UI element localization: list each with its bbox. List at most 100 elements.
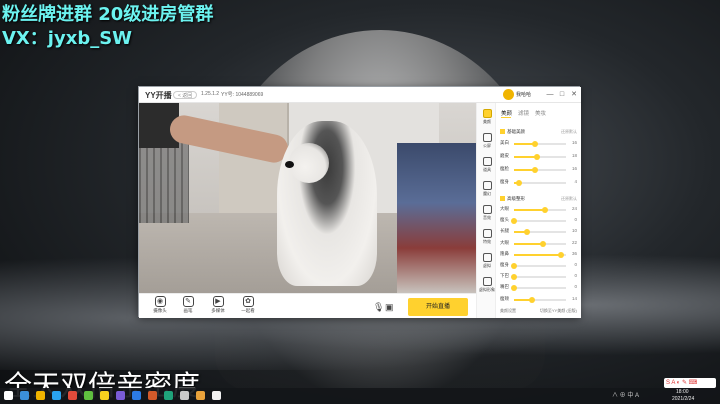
tab-makeup[interactable]: 美妆 — [535, 109, 546, 117]
slider-handle[interactable] — [542, 207, 549, 213]
pen-tool[interactable]: ✎ 画笔 — [173, 296, 203, 318]
slider-track[interactable] — [514, 207, 566, 213]
rail-item-chat[interactable]: 公屏 — [477, 133, 497, 149]
slider-track[interactable] — [511, 274, 566, 281]
props-icon — [482, 157, 492, 166]
reset-basic-link[interactable]: 还原默认 — [561, 129, 577, 135]
slider-track[interactable] — [514, 296, 566, 303]
slider-track[interactable] — [514, 251, 566, 258]
slider-fill — [514, 242, 543, 245]
checkbox-icon — [500, 129, 505, 135]
virtual-avatar-icon — [482, 277, 492, 286]
app-icon-orange[interactable] — [148, 391, 157, 400]
close-button[interactable]: ✕ — [569, 89, 579, 100]
username-label[interactable]: 我哈哈 — [516, 91, 531, 98]
together-tool[interactable]: ✿ 一起看 — [233, 296, 263, 318]
reset-advanced-link[interactable]: 还原默认 — [561, 196, 577, 202]
switch-old-beauty-link[interactable]: 切换至YY美颜 (旧版) — [540, 308, 577, 314]
slider-handle[interactable] — [539, 240, 546, 247]
clock-date[interactable]: 2021/2/24 — [672, 396, 694, 402]
slider-track[interactable] — [511, 285, 566, 292]
section-basic-header[interactable]: 基础美颜 — [500, 129, 525, 135]
slider-handle[interactable] — [531, 167, 538, 173]
app-icon-gray[interactable] — [180, 391, 189, 400]
slider-track[interactable] — [514, 240, 566, 247]
slider-handle[interactable] — [511, 274, 517, 281]
browser-icon[interactable] — [52, 391, 61, 400]
microphone-icon[interactable]: 🎙 — [373, 302, 384, 313]
app-icon-blue[interactable] — [132, 391, 141, 400]
together-icon: ✿ — [242, 296, 254, 307]
search-icon[interactable] — [20, 391, 29, 400]
slider-label: 瘦身 — [500, 262, 509, 267]
app-icon-amber[interactable] — [196, 391, 205, 400]
pen-icon: ✎ — [182, 296, 194, 307]
rail-item-avatar[interactable]: 虚拟形象 — [477, 277, 497, 293]
magic-icon — [482, 181, 492, 190]
slider-handle[interactable] — [524, 229, 530, 236]
slider-handle[interactable] — [511, 285, 517, 292]
slider-handle[interactable] — [529, 296, 536, 303]
yy-id-label: YY号: 1044889069 — [221, 92, 264, 98]
slider-track[interactable] — [511, 218, 566, 225]
media-tool[interactable]: ▶ 多媒体 — [203, 296, 233, 318]
rail-item-effects[interactable]: 特效 — [477, 229, 497, 245]
slider-track[interactable] — [514, 154, 566, 160]
rail-item-magic[interactable]: 魔幻 — [477, 181, 497, 197]
slider-row: 长腿 10 — [500, 228, 577, 236]
slider-label: 嘴巴 — [500, 284, 509, 290]
slider-label: 隆鼻 — [500, 250, 509, 256]
rail-item-beauty[interactable]: 美颜 — [477, 109, 497, 125]
slider-track[interactable] — [511, 263, 566, 269]
avatar[interactable] — [503, 89, 514, 100]
slider-label: 磨皮 — [500, 153, 509, 158]
system-tray[interactable]: ∧ ⊕ 中 A — [612, 390, 639, 399]
tab-beauty[interactable]: 美颜 — [501, 109, 512, 117]
slider-value: 4 — [574, 179, 577, 184]
title-bar: YY开播 < 返回 1.25.1.2 YY号: 1044889069 我哈哈 —… — [139, 87, 581, 103]
app-icon-white[interactable] — [212, 391, 221, 400]
folder-icon[interactable] — [36, 391, 45, 400]
clock-time[interactable]: 18:00 — [676, 389, 689, 395]
slider-handle[interactable] — [557, 251, 564, 258]
start-icon[interactable] — [4, 391, 13, 400]
slider-track[interactable] — [514, 229, 566, 236]
overlay-text-wechat: VX：jyxb_SW — [2, 28, 133, 49]
app-icon-teal[interactable] — [164, 391, 173, 400]
media-icon: ▶ — [212, 296, 224, 307]
rail-item-sound[interactable]: 音效 — [477, 205, 497, 221]
slider-handle[interactable] — [534, 154, 541, 160]
minimize-button[interactable]: — — [545, 89, 555, 100]
ime-toolbar[interactable]: S A ◐ ✎ ⌨ — [664, 378, 716, 388]
sound-icon — [482, 205, 492, 214]
slider-track[interactable] — [514, 180, 566, 186]
slider-track[interactable] — [514, 167, 566, 173]
slider-row: 瘦头 0 — [500, 217, 577, 225]
slider-value: 14 — [571, 295, 577, 301]
slider-handle[interactable] — [511, 218, 517, 225]
effects-icon — [482, 229, 492, 238]
beauty-settings-link[interactable]: 美颜设置 — [500, 308, 516, 314]
section-advanced-header[interactable]: 高级整形 — [500, 196, 525, 202]
slider-handle[interactable] — [531, 141, 538, 147]
yy-app-icon[interactable] — [100, 391, 109, 400]
slider-handle[interactable] — [516, 180, 523, 186]
camera-icon: ◉ — [154, 296, 166, 307]
section-basic-title: 基础美颜 — [507, 129, 525, 134]
tab-filter[interactable]: 滤镜 — [518, 109, 529, 117]
camera-tool[interactable]: ◉ 摄像头 — [145, 296, 175, 318]
overlay-text-group: 粉丝牌进群 20级进房管群 — [2, 4, 214, 25]
app-icon-green[interactable] — [84, 391, 93, 400]
slider-track[interactable] — [514, 141, 566, 147]
start-live-button[interactable]: 开始直播 — [408, 298, 468, 316]
back-button[interactable]: < 返回 — [173, 91, 198, 99]
app-icon-red[interactable] — [68, 391, 77, 400]
slider-handle[interactable] — [511, 263, 517, 269]
slider-fill — [514, 209, 546, 211]
camera-tool-label: 摄像头 — [153, 308, 167, 313]
rail-item-props[interactable]: 道具 — [477, 157, 497, 173]
rail-item-virtual[interactable]: 虚拟 — [477, 253, 497, 269]
camera-toggle-icon[interactable]: ▣ — [385, 302, 394, 313]
app-icon-purple[interactable] — [116, 391, 125, 400]
maximize-button[interactable]: □ — [557, 89, 567, 100]
